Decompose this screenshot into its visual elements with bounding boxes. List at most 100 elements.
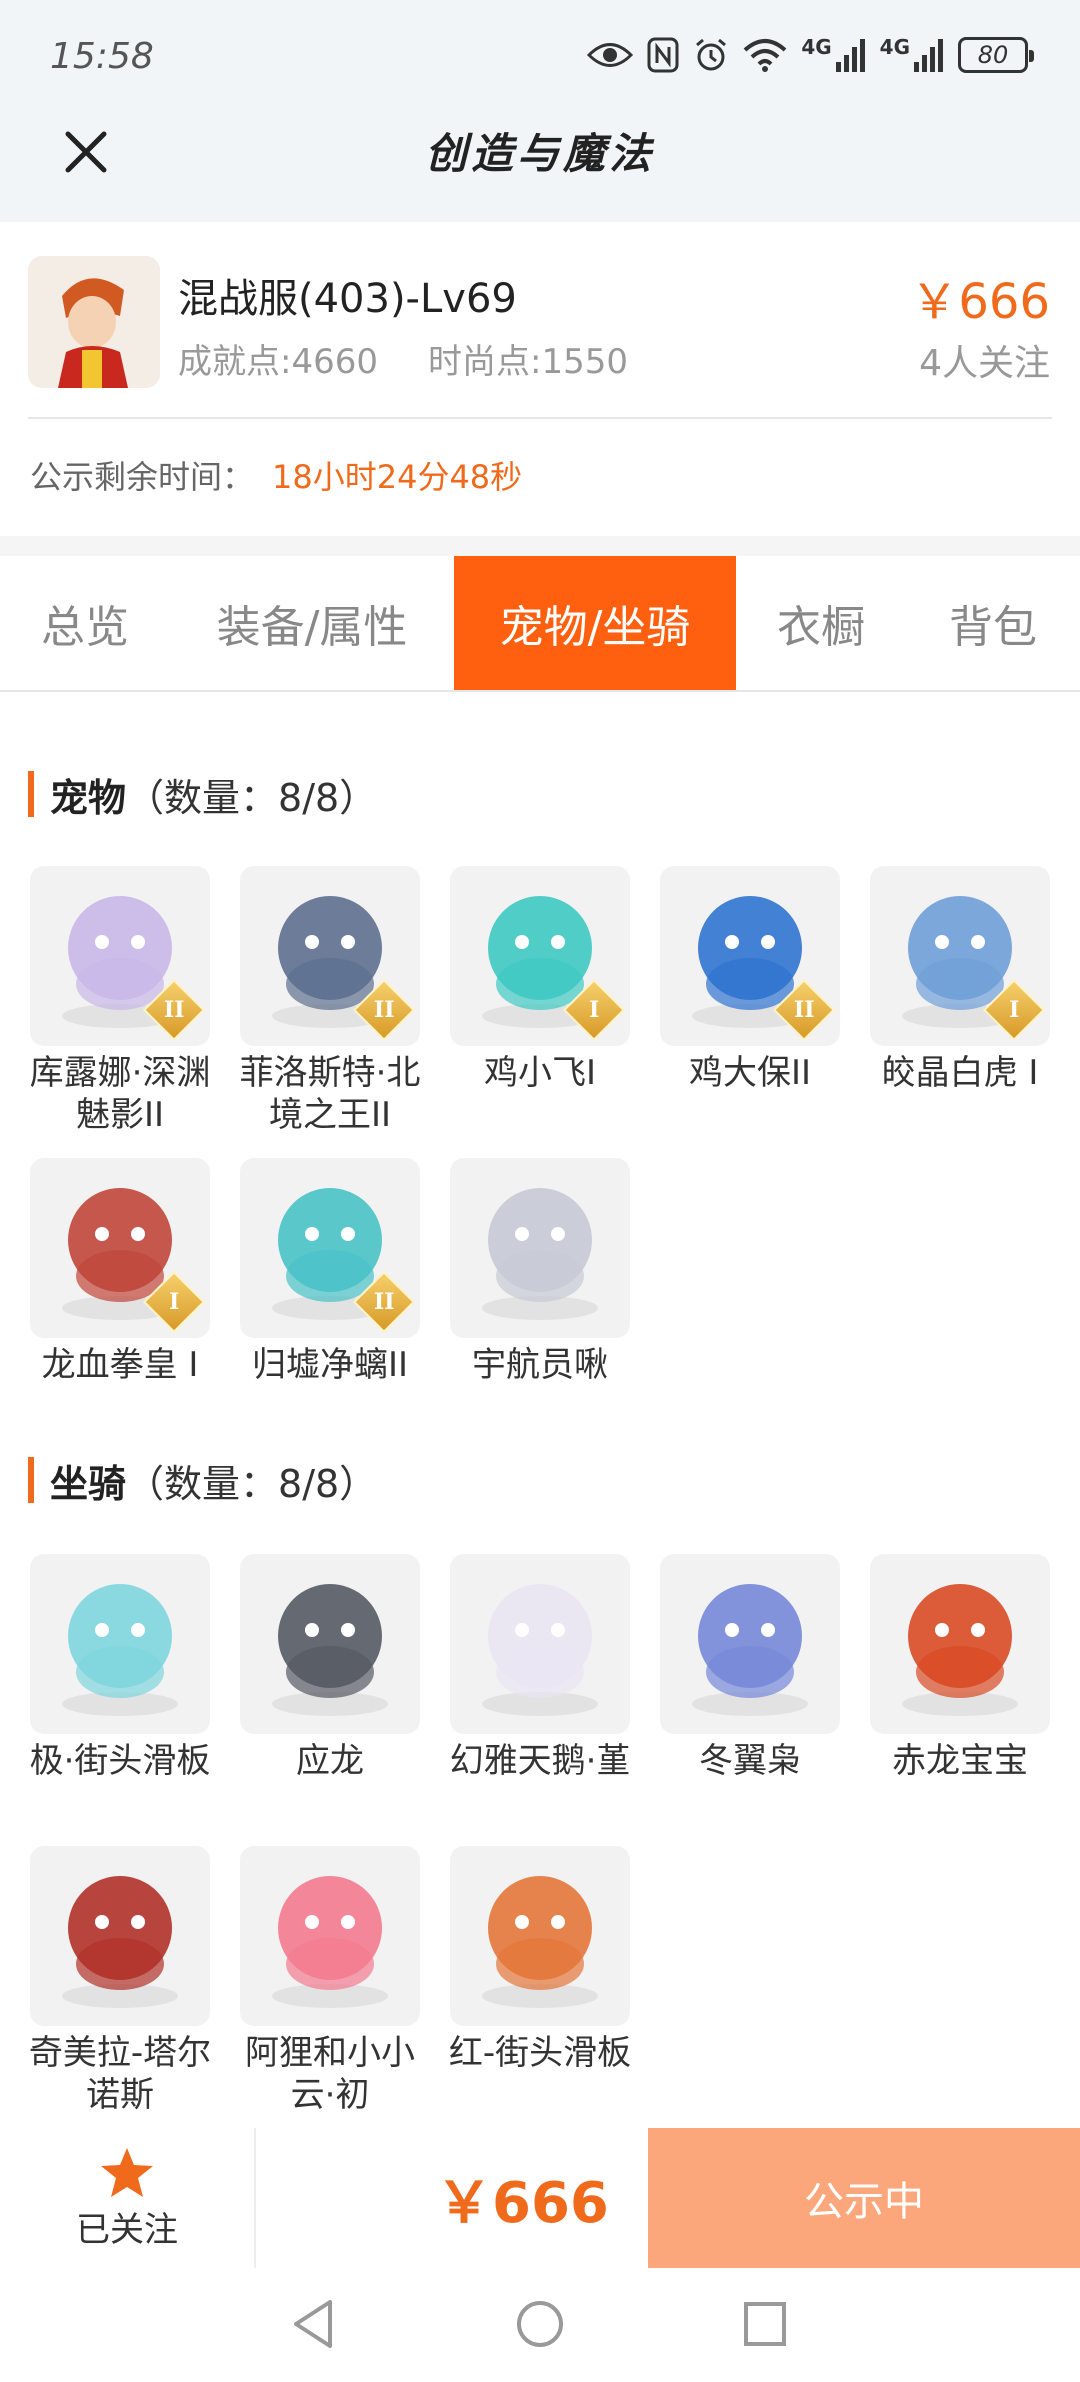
mount-name: 幻雅天鹅·堇: [449, 1741, 631, 1781]
battery-indicator: 80: [958, 37, 1034, 73]
achievement-points: 成就点:4660: [178, 342, 378, 382]
bottom-action-bar: 已关注 ￥666 公示中: [0, 2128, 1080, 2268]
pet-name: 菲洛斯特·北境之王II: [239, 1053, 421, 1135]
pets-section-header: 宠物 （数量：8/8）: [28, 770, 377, 820]
remaining-time-value: 18小时24分48秒: [272, 458, 523, 496]
mount-image: [240, 1846, 420, 2026]
pet-image: II: [240, 1158, 420, 1338]
pet-name: 库露娜·深渊魅影II: [29, 1053, 211, 1135]
mount-image: [30, 1554, 210, 1734]
grid-item[interactable]: II 归墟净螭II: [238, 1158, 422, 1386]
pet-image: I: [30, 1158, 210, 1338]
top-bar: 15:58 4G 4G 80 创造与魔法: [0, 0, 1080, 222]
grade-text: I: [1008, 996, 1020, 1023]
battery-level: 80: [977, 41, 1009, 69]
mount-name: 赤龙宝宝: [892, 1741, 1028, 1781]
remaining-time-label: 公示剩余时间：: [30, 458, 255, 496]
mount-name: 极·街头滑板: [29, 1741, 211, 1781]
watchers-count: 4人关注: [919, 343, 1050, 384]
grid-item[interactable]: 应龙: [238, 1554, 422, 1782]
pets-count: （数量：8/8）: [126, 775, 378, 820]
grid-item[interactable]: 宇航员啾: [448, 1158, 632, 1386]
wifi-icon: [743, 39, 787, 72]
grid-item[interactable]: 赤龙宝宝: [868, 1554, 1052, 1782]
grid-item[interactable]: I 皎晶白虎 I: [868, 866, 1052, 1094]
home-icon[interactable]: [516, 2298, 564, 2350]
pet-name: 皎晶白虎 I: [881, 1053, 1039, 1093]
mount-image: [240, 1554, 420, 1734]
mounts-count: （数量：8/8）: [126, 1461, 378, 1506]
network-type-2: 4G: [879, 35, 910, 59]
grade-text: II: [373, 1289, 395, 1315]
grid-item[interactable]: 冬翼枭: [658, 1554, 842, 1782]
pet-name: 归墟净螭II: [251, 1345, 409, 1385]
mount-image: [30, 1846, 210, 2026]
character-avatar: [28, 256, 160, 388]
grade-text: II: [793, 997, 815, 1023]
signal-icon: [835, 39, 865, 72]
pet-image: II: [660, 866, 840, 1046]
follow-label: 已关注: [76, 2209, 178, 2250]
tab-bar: 总览 装备/属性 宠物/坐骑 衣橱 背包: [0, 556, 1080, 692]
pet-name: 鸡大保II: [688, 1053, 812, 1093]
pet-name: 宇航员啾: [472, 1345, 608, 1385]
grid-item[interactable]: 极·街头滑板: [28, 1554, 212, 1782]
mount-image: [870, 1554, 1050, 1734]
item-price: ￥666: [910, 274, 1050, 330]
pets-title: 宠物: [50, 775, 127, 820]
pet-image: II: [30, 866, 210, 1046]
back-icon[interactable]: [290, 2298, 336, 2350]
pet-image: I: [870, 866, 1050, 1046]
alarm-icon: [696, 38, 727, 71]
grid-item[interactable]: II 鸡大保II: [658, 866, 842, 1094]
pet-image: I: [450, 866, 630, 1046]
grid-item[interactable]: 幻雅天鹅·堇: [448, 1554, 632, 1782]
grid-item[interactable]: I 鸡小飞I: [448, 866, 632, 1094]
section-accent-bar: [28, 771, 34, 817]
bottom-price: ￥666: [436, 2171, 609, 2236]
mounts-title: 坐骑: [50, 1461, 127, 1506]
mount-name: 红-街头滑板: [448, 2033, 632, 2073]
section-gap: [0, 536, 1080, 556]
status-icons: 4G 4G 80: [587, 30, 1034, 80]
grade-text: II: [373, 997, 395, 1023]
mount-image: [660, 1554, 840, 1734]
grid-item[interactable]: 红-街头滑板: [448, 1846, 632, 2074]
grade-text: II: [163, 997, 185, 1023]
pet-image: [450, 1158, 630, 1338]
item-card: 混战服(403)-Lv69 ￥666 成就点:4660 时尚点:1550 4人关…: [0, 222, 1080, 536]
grid-item[interactable]: I 龙血拳皇 I: [28, 1158, 212, 1386]
divider: [28, 417, 1052, 419]
mount-image: [450, 1846, 630, 2026]
fashion-points: 时尚点:1550: [428, 342, 628, 382]
pet-name: 鸡小飞I: [483, 1053, 597, 1093]
section-accent-bar: [28, 1457, 34, 1503]
mount-name: 应龙: [296, 1741, 364, 1781]
pet-name: 龙血拳皇 I: [41, 1345, 199, 1385]
tab-equipment[interactable]: 装备/属性: [170, 556, 454, 690]
grade-text: I: [168, 1288, 180, 1315]
grid-item[interactable]: 奇美拉-塔尔诺斯: [28, 1846, 212, 2116]
page-title: 创造与魔法: [424, 129, 655, 178]
star-icon: [101, 2147, 153, 2197]
grade-text: I: [588, 996, 600, 1023]
tab-overview[interactable]: 总览: [0, 556, 170, 690]
grid-item[interactable]: II 菲洛斯特·北境之王II: [238, 866, 422, 1136]
grid-item[interactable]: II 库露娜·深渊魅影II: [28, 866, 212, 1136]
signal-icon: [914, 39, 943, 72]
mounts-section-header: 坐骑 （数量：8/8）: [28, 1456, 377, 1506]
tab-backpack[interactable]: 背包: [906, 556, 1080, 690]
grid-item[interactable]: 阿狸和小小云·初: [238, 1846, 422, 2116]
tab-pets-mounts[interactable]: 宠物/坐骑: [454, 556, 736, 690]
mount-name: 奇美拉-塔尔诺斯: [28, 2033, 212, 2115]
recents-icon[interactable]: [742, 2298, 788, 2350]
network-type-1: 4G: [801, 35, 832, 59]
public-status-button[interactable]: 公示中: [648, 2128, 1080, 2268]
tab-wardrobe[interactable]: 衣橱: [736, 556, 906, 690]
item-name: 混战服(403)-Lv69: [178, 276, 517, 322]
pet-image: II: [240, 866, 420, 1046]
follow-button[interactable]: 已关注: [0, 2128, 256, 2268]
nfc-icon: [647, 37, 679, 73]
mount-image: [450, 1554, 630, 1734]
mount-name: 阿狸和小小云·初: [245, 2033, 415, 2115]
